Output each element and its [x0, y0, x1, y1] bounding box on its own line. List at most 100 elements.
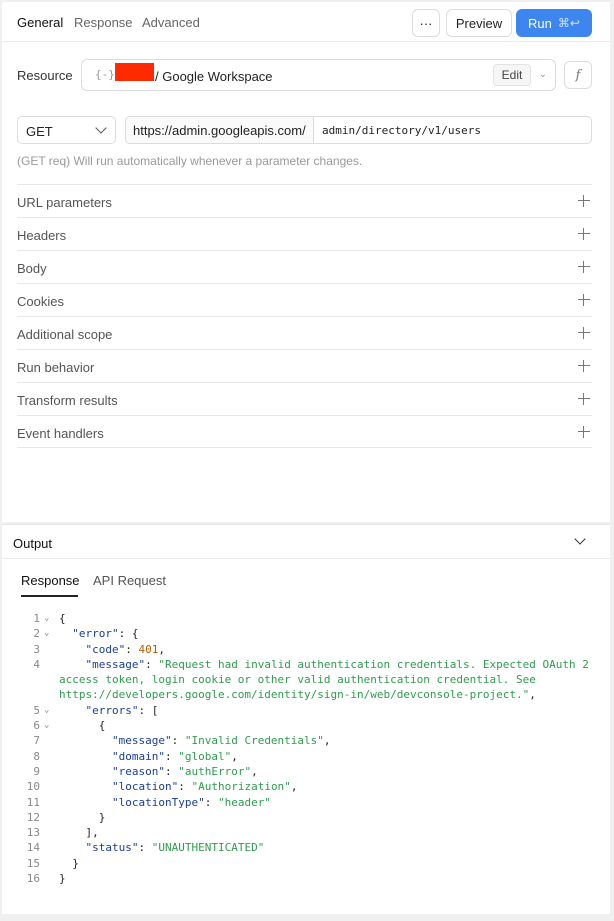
code-line: 4 "message": "Request had invalid authen…: [2, 657, 610, 672]
tab-output-response[interactable]: Response: [21, 573, 80, 588]
code-text: }: [59, 856, 79, 870]
plus-icon[interactable]: [578, 426, 590, 438]
code-line: 16}: [2, 871, 610, 886]
line-number: 3: [33, 642, 40, 656]
response-code-viewer[interactable]: 1 ⌄{2 ⌄ "error": {3 "code": 401, 4 "message…: [2, 611, 610, 886]
code-text: "error": {: [72, 627, 139, 641]
plus-icon[interactable]: [578, 393, 590, 405]
line-number: 9: [33, 764, 40, 778]
edit-resource-button[interactable]: Edit: [493, 64, 531, 86]
run-hint: (GET req) Will run automatically wheneve…: [17, 154, 363, 168]
code-text: "errors": [: [85, 703, 159, 717]
plus-icon[interactable]: [578, 228, 590, 240]
code-text: "message": "Request had invalid authenti…: [85, 657, 589, 671]
function-icon[interactable]: f: [564, 61, 592, 89]
code-line: 2 ⌄ "error": {: [2, 626, 610, 641]
code-line: 1 ⌄ {: [2, 611, 610, 626]
plus-icon[interactable]: [578, 327, 590, 339]
resource-name: / Google Workspace: [155, 69, 273, 84]
query-editor-panel: General Response Advanced ··· Preview Ru…: [2, 2, 610, 522]
resource-select[interactable]: {-} / Google Workspace Edit ⌄: [81, 59, 556, 91]
tab-advanced[interactable]: Advanced: [142, 15, 200, 30]
plus-icon[interactable]: [578, 261, 590, 273]
code-line: 12 }: [2, 810, 610, 825]
fold-chevron-icon[interactable]: ⌄: [44, 626, 49, 641]
code-text: "reason": "authError",: [111, 764, 258, 778]
line-number: 14: [26, 841, 40, 855]
base-url: https://admin.googleapis.com/: [126, 117, 314, 143]
section-row[interactable]: Run behavior: [17, 349, 592, 382]
code-line: https://developers.google.com/identity/s…: [2, 687, 610, 702]
active-tab-indicator: [21, 595, 78, 597]
method-value: GET: [26, 124, 53, 139]
chevron-down-icon: [95, 122, 107, 134]
run-shortcut: ⌘↩: [557, 16, 580, 30]
code-line: 5 ⌄ "errors": [: [2, 703, 610, 718]
code-text: access token, login cookie or other vali…: [59, 673, 536, 687]
resource-type-icon: {-}: [95, 68, 115, 81]
plus-icon[interactable]: [578, 360, 590, 372]
code-text: "locationType": "header": [111, 795, 271, 809]
section-row[interactable]: URL parameters: [17, 184, 592, 217]
line-number: 11: [26, 795, 40, 809]
section-row[interactable]: Cookies: [17, 283, 592, 316]
code-text: "message": "Invalid Credentials",: [111, 734, 331, 748]
section-row[interactable]: Additional scope: [17, 316, 592, 349]
redacted-block: [115, 63, 154, 81]
code-text: }: [59, 872, 66, 886]
section-label: Cookies: [17, 294, 64, 309]
tab-response[interactable]: Response: [74, 15, 133, 30]
line-number: 4: [33, 657, 40, 671]
code-line: 6 ⌄ {: [2, 718, 610, 733]
line-number: 13: [26, 826, 40, 840]
output-panel: Output Response API Request 1 ⌄ {2 ⌄ "error…: [2, 524, 610, 914]
section-row[interactable]: Transform results: [17, 382, 592, 415]
line-number: 12: [26, 810, 40, 824]
section-label: Run behavior: [17, 360, 95, 375]
plus-icon[interactable]: [578, 294, 590, 306]
method-select[interactable]: GET: [17, 116, 116, 144]
line-number: 1: [33, 612, 40, 625]
code-line: 9 "reason": "authError",: [2, 764, 610, 779]
run-button[interactable]: Run ⌘↩: [516, 9, 592, 37]
code-text: "location": "Authorization",: [111, 780, 298, 794]
code-text: "domain": "global",: [111, 749, 238, 763]
section-row[interactable]: Headers: [17, 217, 592, 250]
code-line: access token, login cookie or other vali…: [2, 672, 610, 687]
preview-button[interactable]: Preview: [446, 9, 512, 37]
fold-chevron-icon[interactable]: ⌄: [44, 703, 49, 718]
line-number: 10: [26, 780, 40, 794]
section-row[interactable]: Event handlers: [17, 415, 592, 448]
section-label: Headers: [17, 228, 67, 243]
line-number: 7: [33, 734, 40, 748]
section-label: URL parameters: [17, 195, 112, 210]
code-line: 10 "location": "Authorization",: [2, 779, 610, 794]
collapse-chevron-icon[interactable]: [574, 533, 586, 545]
section-row[interactable]: Body: [17, 250, 592, 283]
code-text: "code": 401,: [85, 642, 166, 656]
run-label: Run: [528, 15, 552, 31]
line-number: 5: [33, 703, 40, 717]
code-line: 15 }: [2, 856, 610, 871]
url-field[interactable]: https://admin.googleapis.com/ admin/dire…: [125, 116, 592, 144]
line-number: 15: [26, 856, 40, 870]
code-text: {: [59, 612, 66, 625]
code-text: ],: [59, 826, 99, 840]
chevron-down-icon[interactable]: ⌄: [539, 69, 547, 80]
code-line: 14 "status": "UNAUTHENTICATED": [2, 840, 610, 855]
tab-general[interactable]: General: [17, 15, 63, 30]
url-path-input[interactable]: admin/directory/v1/users: [322, 124, 481, 137]
line-number: 16: [26, 872, 40, 886]
fold-chevron-icon[interactable]: ⌄: [44, 718, 49, 733]
section-label: Transform results: [17, 393, 118, 408]
more-options-button[interactable]: ···: [412, 9, 440, 37]
output-title: Output: [13, 536, 53, 551]
plus-icon[interactable]: [578, 195, 590, 207]
code-text: }: [59, 810, 106, 824]
fold-chevron-icon[interactable]: ⌄: [44, 611, 49, 626]
code-text: {: [59, 719, 106, 733]
divider: [2, 558, 610, 559]
resource-label: Resource: [17, 68, 73, 83]
settings-sections: URL parameters Headers Body Cookies Addition…: [17, 184, 592, 448]
tab-api-request[interactable]: API Request: [93, 573, 166, 588]
